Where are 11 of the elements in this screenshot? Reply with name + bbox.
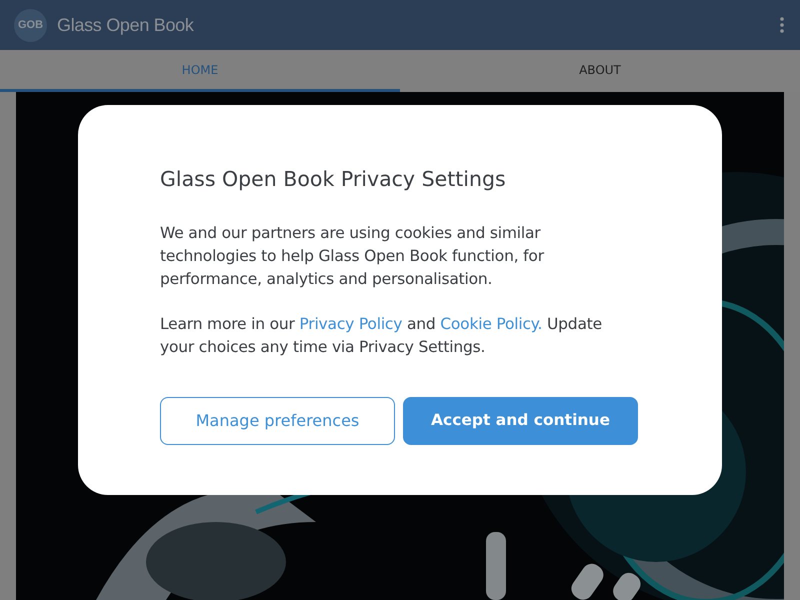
dialog-text: Learn more in our Privacy Policy and Cookie Policy. Update your choices any time via Privacy Settings. <box>160 314 603 358</box>
tab[interactable]: ABOUT <box>400 50 800 92</box>
accept-button[interactable]: Accept and continue <box>403 396 638 445</box>
preferences-button[interactable]: Manage preferences <box>160 396 395 445</box>
app-title: Glass Open Book <box>57 14 194 36</box>
menu-icon[interactable] <box>780 17 784 33</box>
dialog-text: We and our partners are using cookies and similar technologies to help Glass Open Book function, for performance, analytics and personalisation. <box>160 222 546 290</box>
logo: GOB <box>14 8 47 42</box>
dialog-title: Glass Open Book Privacy Settings <box>160 167 507 192</box>
policy-link[interactable]: Cookie Policy. <box>440 314 542 333</box>
policy-link[interactable]: Privacy Policy <box>299 314 402 333</box>
